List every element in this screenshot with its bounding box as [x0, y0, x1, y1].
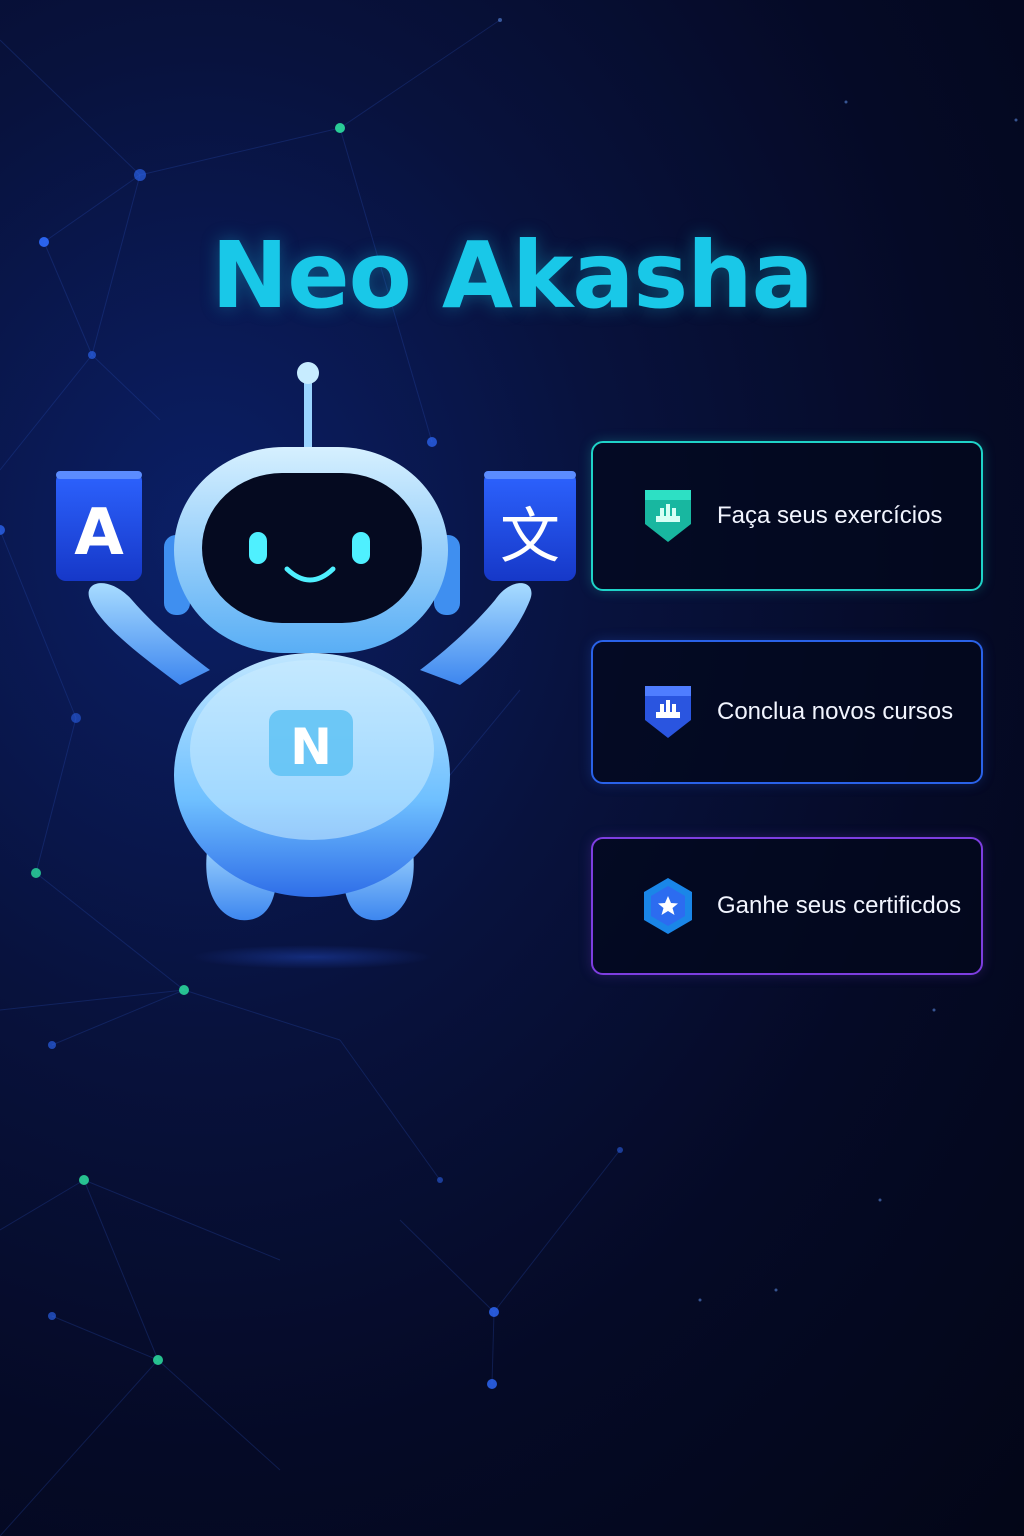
card-courses-label: Conclua novos cursos [717, 698, 954, 725]
left-tile-letter: A [74, 496, 124, 570]
right-tile-character: 文 [500, 502, 560, 572]
card-certificates[interactable]: Ganhe seus certificdos [591, 837, 983, 975]
card-exercises[interactable]: Faça seus exercícios [591, 441, 983, 591]
robot-mascot: A 文 N [56, 362, 576, 969]
card-certificates-label: Ganhe seus certificdos [717, 892, 962, 919]
card-courses[interactable]: Conclua novos cursos [591, 640, 983, 784]
app-title: Neo Akasha [211, 222, 813, 329]
shield-badge-icon [641, 486, 695, 546]
chest-logo-letter: N [290, 718, 332, 776]
hexagon-star-icon [641, 876, 695, 936]
card-exercises-label: Faça seus exercícios [717, 502, 943, 529]
shield-badge-icon [641, 682, 695, 742]
